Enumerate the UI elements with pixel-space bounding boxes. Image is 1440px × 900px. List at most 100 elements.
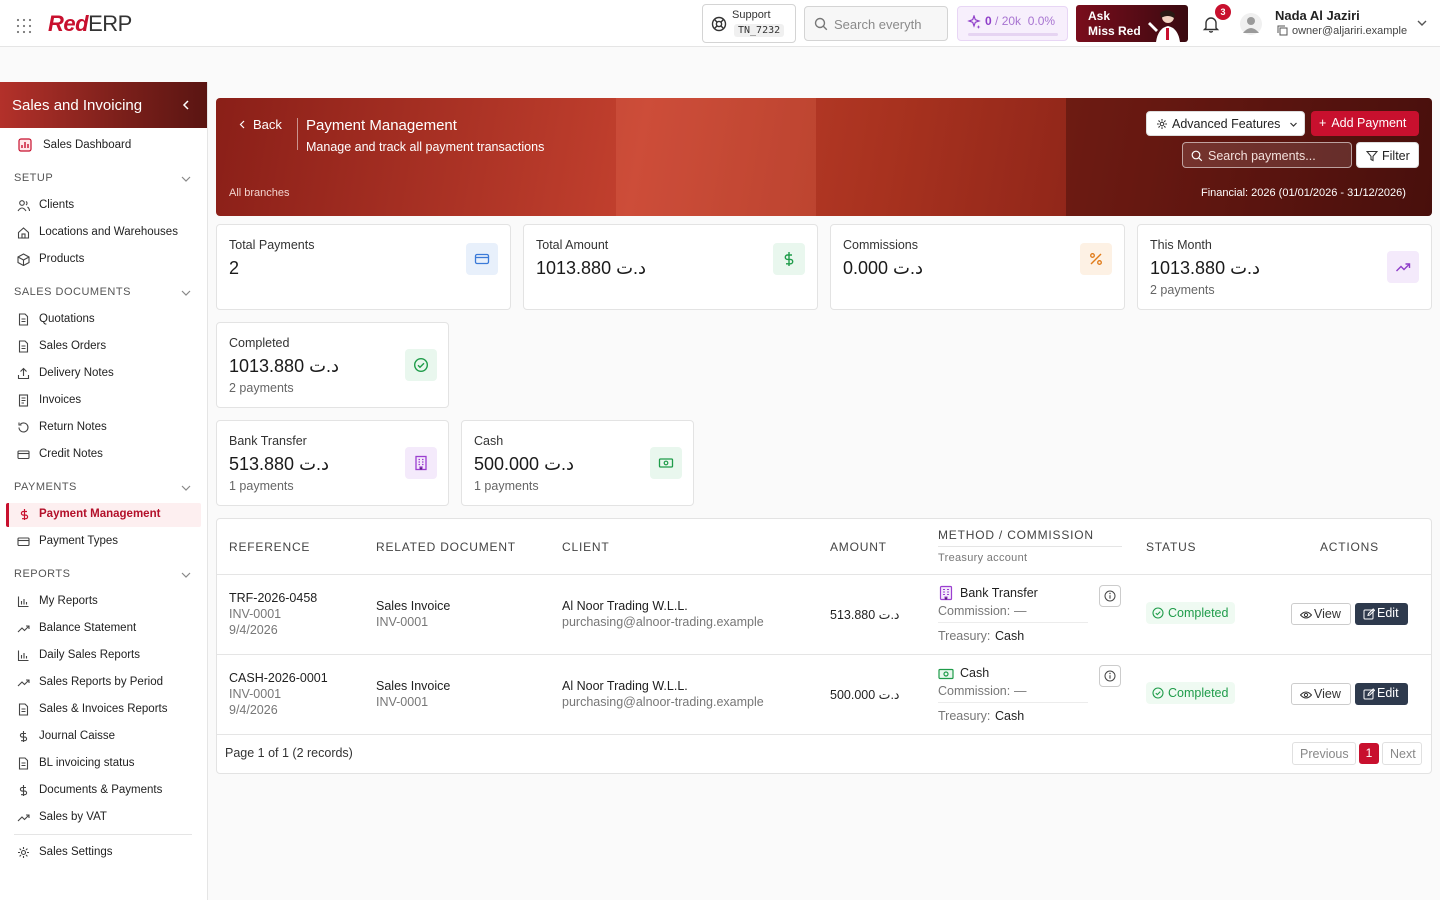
previous-page-button[interactable]: Previous (1292, 742, 1356, 765)
sidebar-item-products[interactable]: Products (0, 248, 207, 272)
user-avatar[interactable] (1240, 13, 1262, 35)
stat-title: Completed (229, 336, 290, 350)
upload-icon (17, 367, 30, 380)
chevron-down-icon[interactable] (180, 569, 192, 581)
support-code: TN_7232 (734, 24, 785, 37)
sidebar-item-label: Return Notes (39, 421, 107, 433)
section-sales-documents: SALES DOCUMENTS (14, 286, 131, 298)
eye-icon (1300, 691, 1312, 699)
trending-up-icon (17, 814, 30, 822)
box-icon (17, 253, 30, 266)
percent-icon (1080, 243, 1112, 275)
sidebar-item-bl-invoicing-status[interactable]: BL invoicing status (0, 752, 207, 776)
sidebar-item-payment-types[interactable]: Payment Types (0, 530, 207, 554)
gear-icon (18, 847, 29, 858)
sidebar-item-label: Sales by VAT (39, 811, 107, 823)
status-text: Completed (1168, 606, 1229, 620)
trending-up-icon (17, 679, 30, 687)
sidebar-item-invoices[interactable]: Invoices (0, 389, 207, 413)
related-doc-type: Sales Invoice (376, 679, 451, 693)
sidebar-item-label: BL invoicing status (39, 757, 135, 769)
sidebar-item-journal-caisse[interactable]: Journal Caisse (0, 725, 207, 749)
notification-badge: 3 (1215, 4, 1231, 20)
col-header-treasury: Treasury account (938, 552, 1028, 564)
payment-search-input[interactable]: Search payments... (1182, 142, 1352, 168)
related-doc-number[interactable]: INV-0001 (376, 615, 428, 629)
current-page-button[interactable]: 1 (1359, 743, 1379, 764)
sidebar-item-label: Sales Reports by Period (39, 676, 164, 688)
view-label: View (1314, 687, 1341, 701)
commission-value: — (1014, 684, 1027, 698)
sidebar-item-credit-notes[interactable]: Credit Notes (0, 443, 207, 467)
view-button[interactable]: View (1291, 683, 1351, 705)
document-icon (18, 340, 29, 353)
search-icon (814, 17, 828, 31)
sidebar-item-delivery-notes[interactable]: Delivery Notes (0, 362, 207, 386)
next-label: Next (1390, 747, 1416, 761)
sidebar-item-return-notes[interactable]: Return Notes (0, 416, 207, 440)
sidebar-item-sales-reports-by-period[interactable]: Sales Reports by Period (0, 671, 207, 695)
info-icon[interactable] (1099, 585, 1121, 607)
apps-grid-icon[interactable] (16, 18, 32, 34)
stat-title: Commissions (843, 238, 919, 252)
next-page-button[interactable]: Next (1382, 742, 1422, 765)
sidebar-item-payment-management[interactable]: Payment Management (6, 503, 201, 527)
sidebar-item-sales-dashboard[interactable]: Sales Dashboard (0, 134, 207, 158)
section-payments: PAYMENTS (14, 481, 77, 493)
sidebar-item-label: Clients (39, 199, 75, 211)
filter-icon (1366, 150, 1378, 162)
sidebar-item-label: Sales & Invoices Reports (39, 703, 168, 715)
sidebar-item-sales-settings[interactable]: Sales Settings (0, 841, 207, 865)
sidebar-item-label: Delivery Notes (39, 367, 114, 379)
collapse-sidebar-icon[interactable] (180, 99, 192, 111)
app-logo[interactable]: RedERP (48, 11, 132, 37)
sidebar-item-label: Credit Notes (39, 448, 103, 460)
add-payment-label: Add Payment (1331, 116, 1407, 130)
back-link[interactable]: Back (238, 117, 282, 132)
info-icon[interactable] (1099, 665, 1121, 687)
chevron-down-icon[interactable] (180, 173, 192, 185)
related-doc-number[interactable]: INV-0001 (376, 695, 428, 709)
chevron-down-icon[interactable] (1416, 17, 1428, 29)
commission-label: Commission: (938, 604, 1011, 618)
chevron-down-icon[interactable] (180, 287, 192, 299)
support-button[interactable]: Support TN_7232 (702, 4, 796, 43)
financial-year-label: Financial: 2026 (01/01/2026 - 31/12/2026… (1201, 187, 1406, 199)
table-divider (217, 654, 1431, 655)
advanced-features-button[interactable]: Advanced Features (1146, 111, 1305, 136)
ask-miss-red-button[interactable]: Ask Miss Red (1076, 5, 1188, 42)
edit-button[interactable]: Edit (1355, 683, 1408, 705)
chevron-left-icon (239, 120, 245, 129)
sidebar-item-quotations[interactable]: Quotations (0, 308, 207, 332)
sidebar-item-sales-orders[interactable]: Sales Orders (0, 335, 207, 359)
chevron-down-icon[interactable] (180, 482, 192, 494)
sidebar-divider (14, 834, 192, 835)
view-button[interactable]: View (1291, 603, 1351, 625)
sidebar-item-label: Documents & Payments (39, 784, 163, 796)
sidebar-item-sales-invoices-reports[interactable]: Sales & Invoices Reports (0, 698, 207, 722)
document-icon (18, 313, 29, 326)
sidebar-item-clients[interactable]: Clients (0, 194, 207, 218)
eye-icon (1300, 611, 1312, 619)
global-search-input[interactable]: Search everyth (804, 6, 948, 41)
copy-icon[interactable] (1277, 25, 1288, 36)
sidebar-item-balance-statement[interactable]: Balance Statement (0, 617, 207, 641)
sidebar-item-label: Payment Types (39, 535, 119, 547)
credit-card-icon (17, 450, 30, 460)
row-subdivider (938, 702, 1088, 703)
filter-button[interactable]: Filter (1356, 142, 1419, 168)
payment-reference[interactable]: CASH-2026-0001 (229, 671, 328, 685)
ai-credits-meter[interactable]: 0 / 20k 0.0% (957, 6, 1068, 41)
edit-button[interactable]: Edit (1355, 603, 1408, 625)
credit-card-icon (17, 537, 30, 547)
payment-reference[interactable]: TRF-2026-0458 (229, 591, 317, 605)
add-payment-button[interactable]: + Add Payment (1311, 111, 1419, 136)
sidebar-item-documents-payments[interactable]: Documents & Payments (0, 779, 207, 803)
sidebar-item-daily-sales-reports[interactable]: Daily Sales Reports (0, 644, 207, 668)
sidebar-item-sales-by-vat[interactable]: Sales by VAT (0, 806, 207, 830)
table-divider (217, 574, 1431, 575)
credits-used: 0 (985, 14, 992, 28)
credits-progress-bar (968, 33, 1058, 36)
sidebar-item-my-reports[interactable]: My Reports (0, 590, 207, 614)
sidebar-item-locations[interactable]: Locations and Warehouses (0, 221, 207, 245)
